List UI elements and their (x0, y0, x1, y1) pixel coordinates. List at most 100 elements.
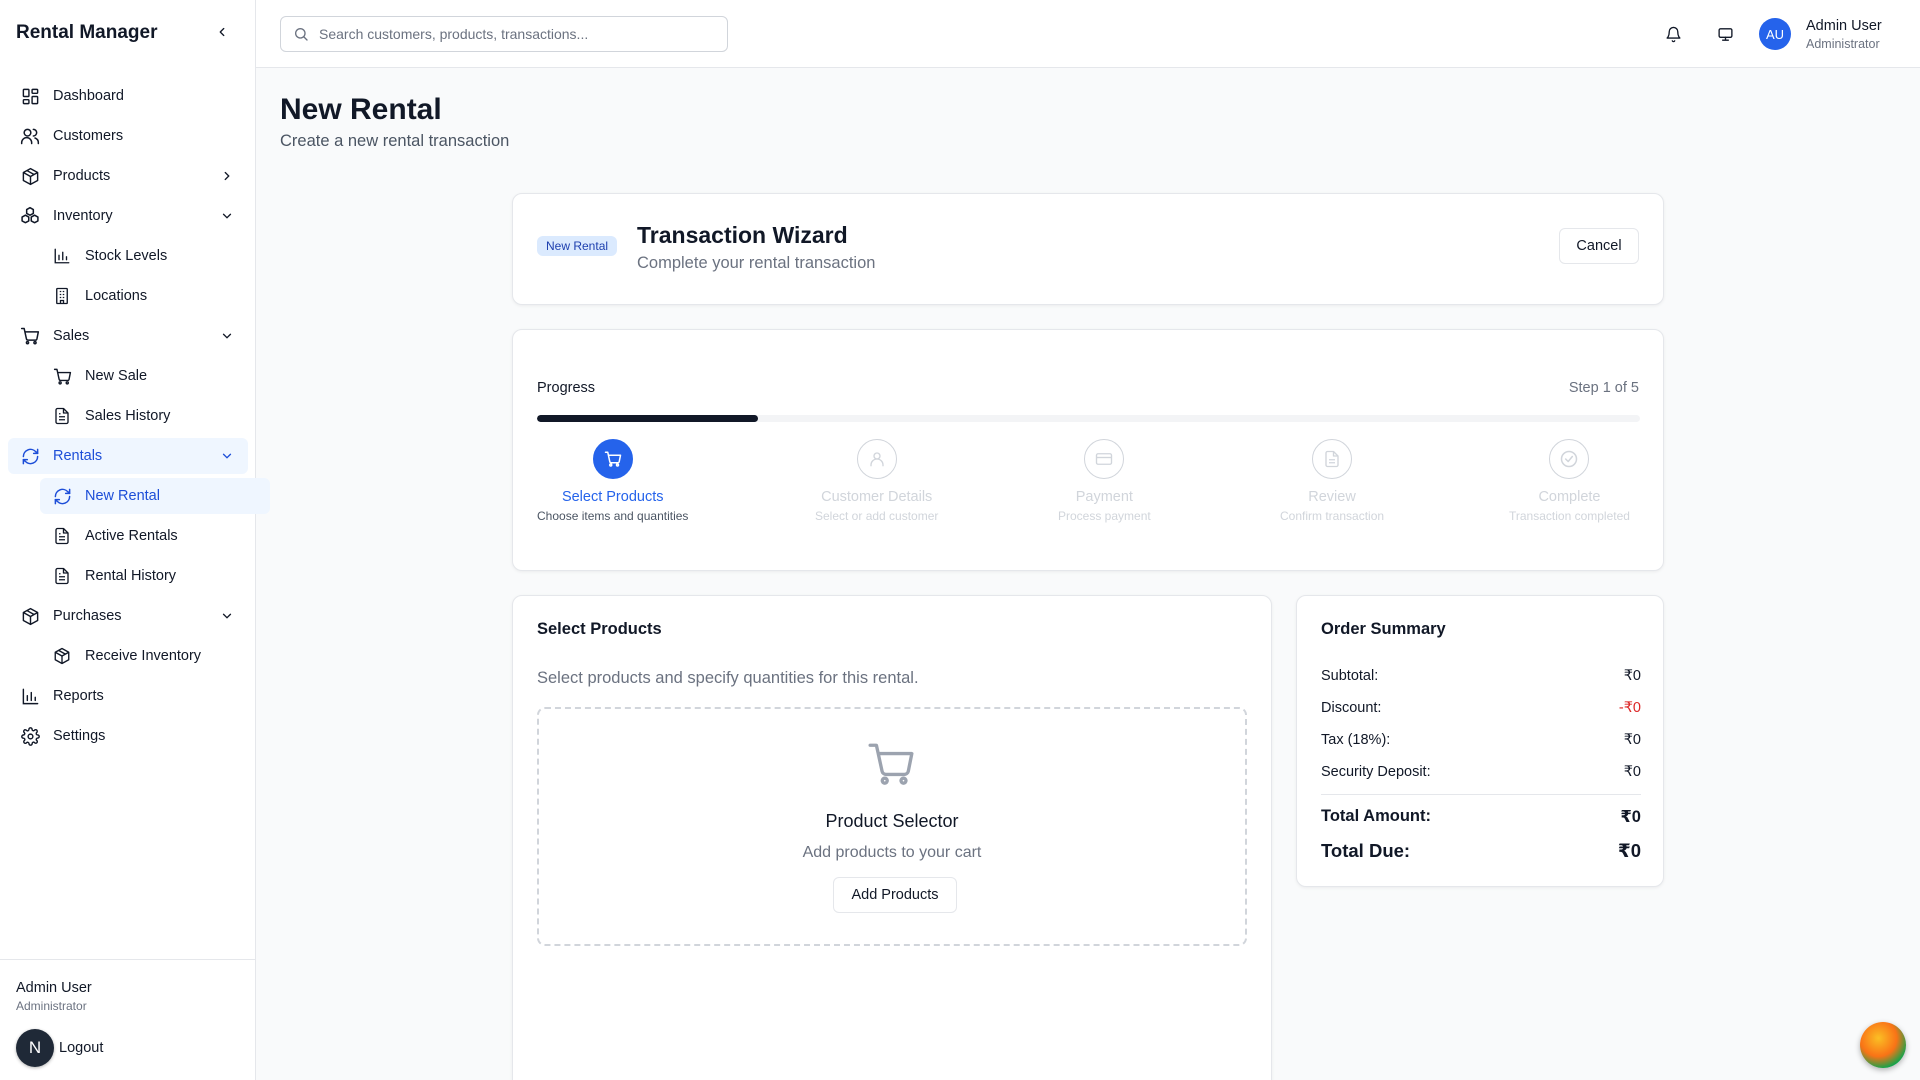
wizard-step-review[interactable]: Review Confirm transaction (1280, 439, 1384, 523)
sidebar-user-role: Administrator (16, 999, 87, 1013)
select-products-card: Select Products Select products and spec… (512, 595, 1272, 1080)
status-badge: New Rental (537, 236, 618, 256)
sidebar-item-label: Customers (53, 128, 124, 144)
document-icon (52, 566, 72, 586)
sidebar-item-sales[interactable]: Sales (8, 318, 248, 354)
sidebar-item-receive-inventory[interactable]: Receive Inventory (8, 638, 248, 674)
sidebar-item-dashboard[interactable]: Dashboard (8, 78, 248, 114)
summary-value: ₹0 (1623, 732, 1641, 748)
wizard-step-payment[interactable]: Payment Process payment (1058, 439, 1151, 523)
package-icon (20, 166, 40, 186)
document-icon (52, 526, 72, 546)
summary-value: ₹0 (1620, 808, 1641, 826)
sidebar-item-products[interactable]: Products (8, 158, 248, 194)
summary-row-discount: Discount: -₹0 (1321, 700, 1641, 716)
gear-icon (20, 726, 40, 746)
progress-bar-fill (537, 415, 758, 422)
package-icon (52, 646, 72, 666)
sidebar-item-label: Products (53, 168, 111, 184)
sidebar-item-rentals[interactable]: Rentals (8, 438, 248, 474)
sidebar-item-settings[interactable]: Settings (8, 718, 248, 754)
dashboard-icon (20, 86, 40, 106)
refresh-icon (20, 446, 40, 466)
sidebar-item-rental-history[interactable]: Rental History (8, 558, 248, 594)
boxes-icon (20, 206, 40, 226)
sidebar-item-active-rentals[interactable]: Active Rentals (8, 518, 248, 554)
sidebar-item-label: Sales (53, 328, 90, 344)
notifications-button[interactable] (1661, 22, 1685, 46)
cancel-button[interactable]: Cancel (1559, 228, 1639, 264)
wizard-title: Transaction Wizard (637, 222, 848, 248)
app-title: Rental Manager (16, 22, 158, 43)
check-circle-icon (1549, 439, 1590, 479)
sidebar-item-label: New Rental (85, 488, 160, 504)
header-user-role: Administrator (1806, 37, 1880, 51)
header-user-name: Admin User (1806, 18, 1882, 34)
summary-row-total-due: Total Due: ₹0 (1321, 840, 1641, 862)
sidebar-item-label: Stock Levels (85, 248, 168, 264)
collapse-sidebar-button[interactable] (212, 22, 232, 42)
wizard-step-complete[interactable]: Complete Transaction completed (1509, 439, 1630, 523)
sidebar-item-customers[interactable]: Customers (8, 118, 248, 154)
assistant-launcher-button[interactable] (1860, 1022, 1906, 1068)
wizard-step-customer-details[interactable]: Customer Details Select or add customer (815, 439, 938, 523)
summary-label: Total Amount: (1321, 807, 1431, 825)
summary-value: ₹0 (1623, 764, 1641, 780)
sidebar-item-label: Rental History (85, 568, 177, 584)
divider (1321, 794, 1641, 795)
sidebar-footer: Admin User Administrator N Logout (0, 959, 256, 1080)
sidebar-item-label: Dashboard (53, 88, 124, 104)
building-icon (52, 286, 72, 306)
summary-label: Subtotal: (1321, 668, 1379, 684)
sidebar-item-label: Locations (85, 288, 148, 304)
users-icon (20, 126, 40, 146)
document-icon (1312, 439, 1353, 479)
summary-row-deposit: Security Deposit: ₹0 (1321, 764, 1641, 780)
product-selector-title: Product Selector (825, 811, 959, 831)
sidebar-item-stock-levels[interactable]: Stock Levels (8, 238, 248, 274)
summary-label: Total Due: (1321, 840, 1411, 861)
sidebar-item-label: New Sale (85, 368, 148, 384)
bar-chart-icon (52, 246, 72, 266)
step-description: Choose items and quantities (537, 509, 689, 523)
summary-row-total: Total Amount: ₹0 (1321, 807, 1641, 827)
avatar[interactable]: AU (1759, 18, 1791, 50)
sidebar-item-inventory[interactable]: Inventory (8, 198, 248, 234)
cart-icon (866, 739, 916, 789)
avatar: N (16, 1029, 54, 1067)
sidebar-item-locations[interactable]: Locations (8, 278, 248, 314)
sidebar-item-label: Purchases (53, 608, 122, 624)
bar-chart-icon (20, 686, 40, 706)
sidebar-item-label: Rentals (53, 448, 103, 464)
add-products-button[interactable]: Add Products (833, 877, 957, 913)
step-description: Select or add customer (815, 509, 939, 523)
sidebar-item-label: Receive Inventory (85, 648, 202, 664)
page-subtitle: Create a new rental transaction (280, 132, 510, 150)
sidebar-item-label: Active Rentals (85, 528, 178, 544)
search-input[interactable] (319, 26, 719, 42)
sidebar-item-label: Sales History (85, 408, 171, 424)
display-toggle-button[interactable] (1713, 22, 1737, 46)
product-selector: Product Selector Add products to your ca… (537, 707, 1247, 946)
logout-button[interactable]: N Logout (16, 1029, 103, 1067)
step-description: Transaction completed (1509, 509, 1630, 523)
sidebar-item-new-rental[interactable]: New Rental (40, 478, 270, 514)
summary-label: Security Deposit: (1321, 764, 1431, 780)
chevron-down-icon (218, 207, 236, 225)
sidebar-item-purchases[interactable]: Purchases (8, 598, 248, 634)
step-description: Process payment (1058, 509, 1151, 523)
sidebar-item-sales-history[interactable]: Sales History (8, 398, 248, 434)
summary-row-subtotal: Subtotal: ₹0 (1321, 668, 1641, 684)
sidebar-item-reports[interactable]: Reports (8, 678, 248, 714)
chevron-down-icon (218, 327, 236, 345)
logout-label: Logout (59, 1040, 104, 1056)
chevron-down-icon (218, 447, 236, 465)
monitor-icon (1717, 27, 1733, 41)
refresh-icon (52, 486, 72, 506)
search-box (280, 16, 728, 52)
cart-icon (52, 366, 72, 386)
summary-label: Tax (18%): (1321, 732, 1391, 748)
summary-value: ₹0 (1623, 668, 1641, 684)
sidebar-item-new-sale[interactable]: New Sale (8, 358, 248, 394)
wizard-step-select-products[interactable]: Select Products Choose items and quantit… (537, 439, 688, 523)
